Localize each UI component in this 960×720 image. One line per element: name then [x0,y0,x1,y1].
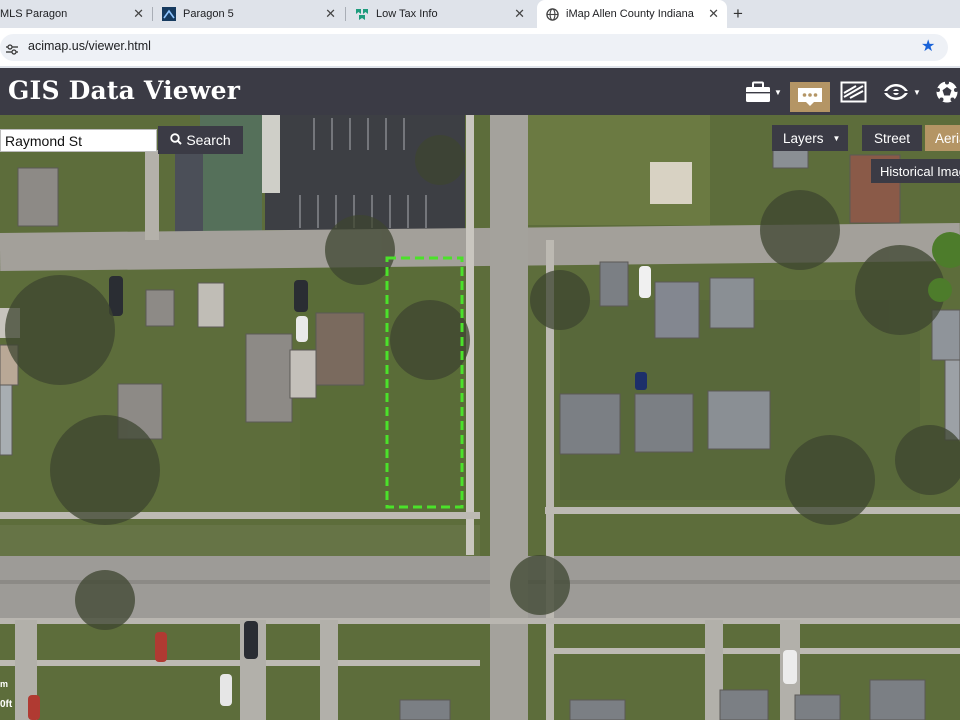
aerial-basemap-button[interactable]: Aerial [925,125,960,151]
street-label: Street [873,130,911,146]
lowtax-favicon-icon [355,7,369,21]
chevron-down-icon: ▼ [832,133,841,143]
tab-label: Paragon 5 [183,8,234,20]
paragon-favicon-icon [162,7,176,21]
search-button[interactable]: Search [158,126,243,154]
comment-icon[interactable] [790,82,830,112]
new-tab-icon[interactable]: + [733,4,743,24]
scale-bar-feet: 0ft [0,699,13,710]
address-bar: acimap.us/viewer.html ★ [0,28,960,66]
search-button-label: Search [186,132,231,148]
imagery-icon[interactable] [840,80,867,104]
briefcase-icon[interactable]: ▼ [745,80,782,104]
close-icon[interactable]: ✕ [708,6,719,22]
tab-label: Low Tax Info [376,8,438,20]
street-basemap-button[interactable]: Street [862,125,922,151]
layers-dropdown[interactable]: Layers ▼ [772,125,848,151]
historical-label: Historical Imagery [880,163,960,179]
close-icon[interactable]: ✕ [514,6,525,22]
tab-divider [152,7,153,21]
aerial-map[interactable] [0,115,960,720]
historical-imagery-button[interactable]: Historical Imagery [871,159,960,183]
tab-divider [345,7,346,21]
page-title: GIS Data Viewer [8,76,241,105]
tab-label: MLS Paragon [0,8,68,20]
tab-label: iMap Allen County Indiana [566,8,694,20]
search-input[interactable] [0,129,157,152]
share-icon[interactable]: ▼ [882,80,921,104]
site-settings-icon[interactable] [6,42,18,55]
bookmark-star-icon[interactable]: ★ [921,36,935,56]
url-text[interactable]: acimap.us/viewer.html [28,39,151,53]
aerial-label: Aerial [935,130,960,146]
tab-mls-paragon[interactable]: MLS Paragon ✕ [0,2,152,26]
scale-bar-meters: m [0,679,9,689]
gis-header: GIS Data Viewer ▼ ▼ [0,68,960,115]
globe-icon [545,7,559,21]
omnibox[interactable]: acimap.us/viewer.html ★ [0,34,948,61]
close-icon[interactable]: ✕ [325,6,336,22]
layers-label: Layers [783,130,824,146]
browser-tab-strip: MLS Paragon ✕ Paragon 5 ✕ Low Tax Info ✕… [0,0,960,28]
tab-low-tax-info[interactable]: Low Tax Info ✕ [347,2,533,26]
tab-imap-allen-county[interactable]: iMap Allen County Indiana ✕ [537,0,727,28]
aerial-imagery [0,115,960,720]
tab-paragon-5[interactable]: Paragon 5 ✕ [154,2,344,26]
close-icon[interactable]: ✕ [133,6,144,22]
search-icon [170,132,183,148]
soccer-ball-icon[interactable] [935,80,959,104]
